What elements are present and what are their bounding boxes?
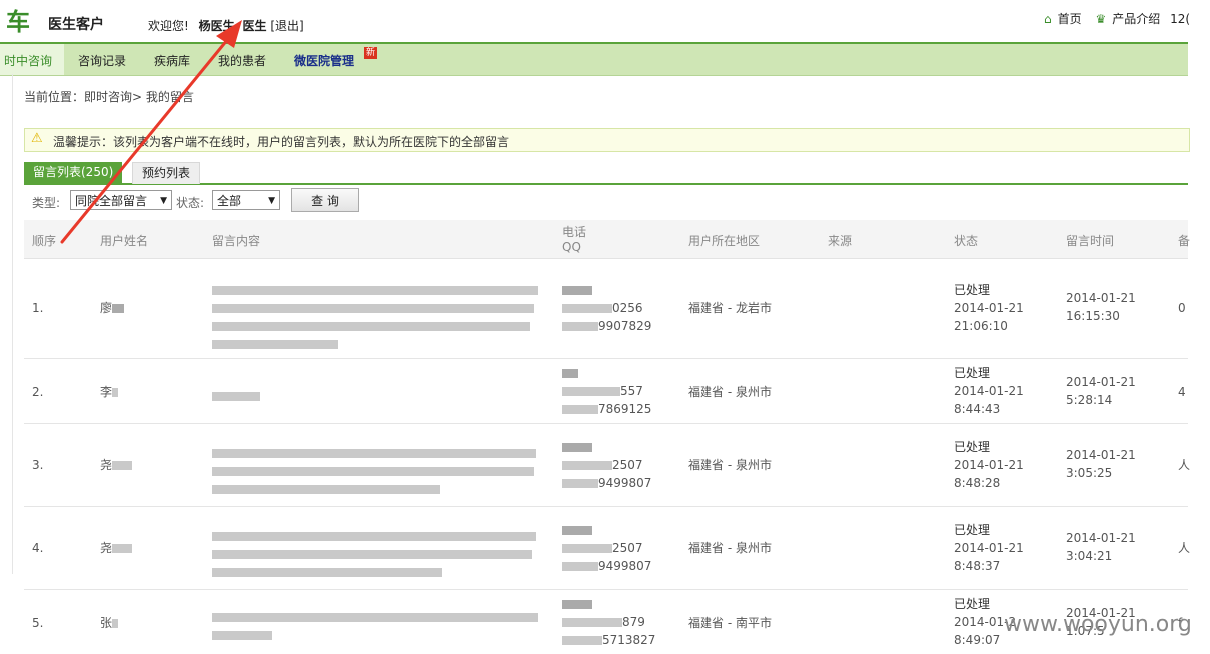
watermark: www.wooyun.org bbox=[1004, 612, 1192, 637]
annotation-arrow bbox=[60, 20, 242, 244]
